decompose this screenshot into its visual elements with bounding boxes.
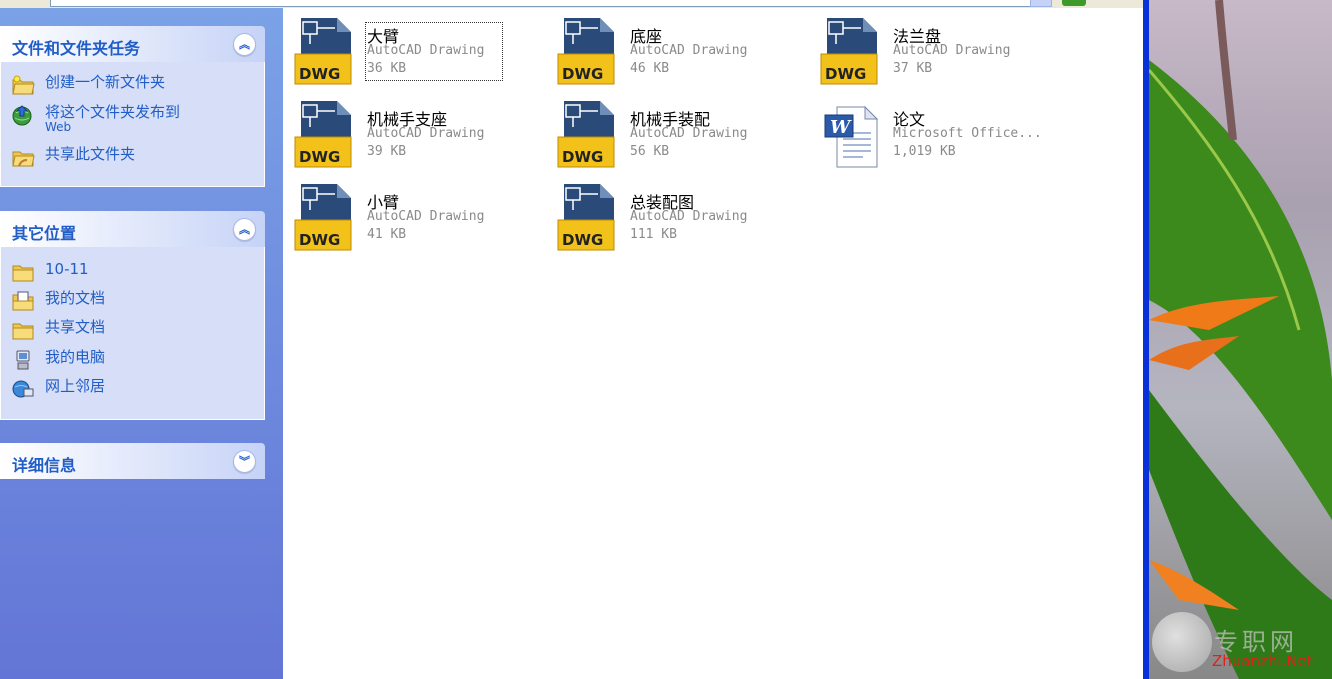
group-body: 10-11 我的文档 共享文档 我的电脑 网上邻居 <box>0 247 265 420</box>
dwg-file-icon: DWG <box>294 101 352 168</box>
file-type: AutoCAD Drawing <box>367 43 485 58</box>
word-badge-text: W <box>830 117 852 138</box>
group-title: 文件和文件夹任务 <box>12 39 141 58</box>
group-body: 创建一个新文件夹 将这个文件夹发布到 Web 共享此文件夹 <box>0 62 265 187</box>
dwg-badge-text: DWG <box>562 65 603 83</box>
other-places-group: 其它位置 ︽ 10-11 我的文档 共享文档 我的电脑 网上邻居 <box>0 211 265 420</box>
file-tile[interactable]: W 论文 Microsoft Office... 1,019 KB <box>809 91 1049 168</box>
dwg-file-icon: DWG <box>294 184 352 251</box>
task-label-line1: 将这个文件夹发布到 <box>45 103 181 121</box>
collapse-up-icon[interactable]: ︽ <box>233 218 256 241</box>
file-size: 1,019 KB <box>893 144 956 159</box>
file-type: AutoCAD Drawing <box>893 43 1011 58</box>
file-list-view[interactable]: DWG 大臂 AutoCAD Drawing 36 KB DWG 底座 Auto… <box>283 8 1143 679</box>
new-folder-icon <box>12 75 35 95</box>
task-share-folder[interactable]: 共享此文件夹 <box>11 146 135 168</box>
file-tile[interactable]: DWG 机械手支座 AutoCAD Drawing 39 KB <box>283 91 523 168</box>
group-title: 详细信息 <box>12 456 77 475</box>
dwg-badge-text: DWG <box>299 65 340 83</box>
file-tile[interactable]: DWG 小臂 AutoCAD Drawing 41 KB <box>283 174 523 251</box>
address-dropdown-button[interactable] <box>1030 0 1052 7</box>
my-computer-icon <box>16 350 30 370</box>
task-new-folder[interactable]: 创建一个新文件夹 <box>11 74 165 96</box>
file-size: 36 KB <box>367 61 407 76</box>
group-header[interactable]: 其它位置 ︽ <box>0 211 265 247</box>
place-network[interactable]: 网上邻居 <box>11 378 105 400</box>
place-my-computer[interactable]: 我的电脑 <box>11 349 105 371</box>
my-documents-icon <box>12 291 34 311</box>
file-type: AutoCAD Drawing <box>630 209 748 224</box>
file-tile[interactable]: DWG 大臂 AutoCAD Drawing 36 KB <box>283 8 523 85</box>
group-title: 其它位置 <box>12 224 77 243</box>
task-label: 创建一个新文件夹 <box>45 73 166 91</box>
collapse-up-icon[interactable]: ︽ <box>233 33 256 56</box>
task-publish-web[interactable]: 将这个文件夹发布到 Web <box>11 104 180 133</box>
watermark-en-text: Zhuanzhi.Net <box>1212 652 1313 670</box>
dwg-file-icon: DWG <box>294 18 352 85</box>
dwg-badge-text: DWG <box>562 148 603 166</box>
group-header[interactable]: 文件和文件夹任务 ︽ <box>0 26 265 62</box>
go-button[interactable] <box>1062 0 1086 6</box>
place-label: 我的文档 <box>45 289 106 307</box>
file-size: 46 KB <box>630 61 670 76</box>
word-doc-icon: W <box>824 105 879 168</box>
folder-icon <box>12 265 34 282</box>
file-type: Microsoft Office... <box>893 126 1042 141</box>
place-shared-documents[interactable]: 共享文档 <box>11 319 105 341</box>
file-type: AutoCAD Drawing <box>630 126 748 141</box>
watermark-logo <box>1152 612 1212 672</box>
dwg-file-icon: DWG <box>557 101 615 168</box>
file-tile[interactable]: DWG 法兰盘 AutoCAD Drawing 37 KB <box>809 8 1049 85</box>
place-label: 共享文档 <box>45 318 106 336</box>
file-size: 39 KB <box>367 144 407 159</box>
dwg-badge-text: DWG <box>299 231 340 249</box>
dwg-file-icon: DWG <box>557 18 615 85</box>
dwg-badge-text: DWG <box>825 65 866 83</box>
file-size: 56 KB <box>630 144 670 159</box>
shared-folder-icon <box>12 323 34 340</box>
file-size: 37 KB <box>893 61 933 76</box>
address-input[interactable] <box>50 0 1052 7</box>
network-icon <box>12 380 34 398</box>
file-type: AutoCAD Drawing <box>367 209 485 224</box>
place-label: 网上邻居 <box>45 377 106 395</box>
file-folder-tasks-group: 文件和文件夹任务 ︽ 创建一个新文件夹 将这个文件夹发布到 Web 共享此文件夹 <box>0 26 265 187</box>
expand-down-icon[interactable]: ︾ <box>233 450 256 473</box>
task-label-line2: Web <box>45 120 72 134</box>
dwg-badge-text: DWG <box>562 231 603 249</box>
share-folder-icon <box>12 151 35 167</box>
place-my-documents[interactable]: 我的文档 <box>11 290 105 312</box>
desktop-wallpaper <box>1149 0 1332 679</box>
file-type: AutoCAD Drawing <box>367 126 485 141</box>
file-tile[interactable]: DWG 机械手装配 AutoCAD Drawing 56 KB <box>546 91 786 168</box>
file-tile[interactable]: DWG 总装配图 AutoCAD Drawing 111 KB <box>546 174 786 251</box>
publish-web-icon <box>12 105 32 126</box>
place-label: 10-11 <box>45 260 89 278</box>
file-type: AutoCAD Drawing <box>630 43 748 58</box>
details-group: 详细信息 ︾ <box>0 443 265 479</box>
dwg-file-icon: DWG <box>820 18 878 85</box>
wallpaper-image <box>1149 0 1332 679</box>
group-header[interactable]: 详细信息 ︾ <box>0 443 265 479</box>
task-label: 共享此文件夹 <box>45 145 136 163</box>
task-pane: 文件和文件夹任务 ︽ 创建一个新文件夹 将这个文件夹发布到 Web 共享此文件夹… <box>0 8 283 679</box>
file-size: 41 KB <box>367 227 407 242</box>
place-label: 我的电脑 <box>45 348 106 366</box>
place-10-11[interactable]: 10-11 <box>11 261 89 283</box>
file-size: 111 KB <box>630 227 677 242</box>
dwg-badge-text: DWG <box>299 148 340 166</box>
task-label: 将这个文件夹发布到 Web <box>45 103 181 134</box>
file-tile[interactable]: DWG 底座 AutoCAD Drawing 46 KB <box>546 8 786 85</box>
dwg-file-icon: DWG <box>557 184 615 251</box>
